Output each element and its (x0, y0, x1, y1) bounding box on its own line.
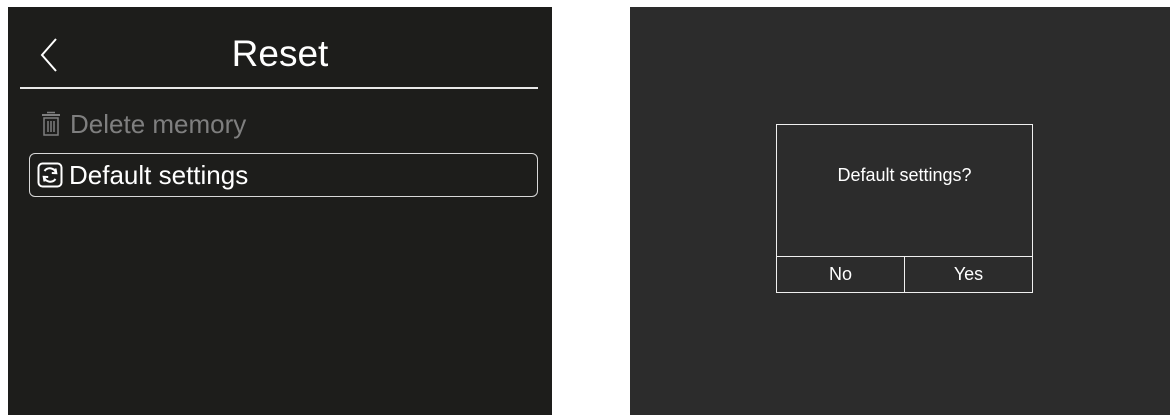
title-divider (20, 87, 538, 89)
menu-item-delete-memory[interactable]: Delete memory (30, 106, 430, 142)
menu-item-label: Delete memory (70, 108, 247, 139)
menu-item-label: Default settings (69, 159, 249, 190)
yes-button[interactable]: Yes (904, 257, 1032, 292)
refresh-icon (37, 162, 63, 188)
page-title: Reset (231, 33, 329, 74)
menu-item-default-settings[interactable]: Default settings (29, 153, 538, 197)
trash-icon (42, 111, 60, 136)
dialog-button-row: No Yes (777, 256, 1032, 292)
dialog-message: Default settings? (837, 165, 972, 185)
confirm-dialog-screen: Default settings? No Yes (630, 7, 1170, 415)
reset-menu-screen: Reset Delete memory Default settings (8, 7, 552, 415)
confirm-dialog: Default settings? No Yes (776, 124, 1033, 293)
no-button[interactable]: No (777, 257, 904, 292)
